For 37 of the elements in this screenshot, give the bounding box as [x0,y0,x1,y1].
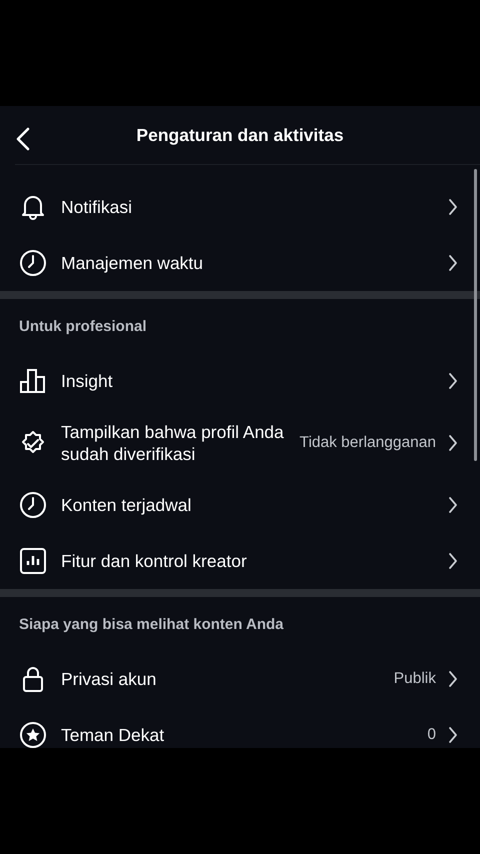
bell-icon [19,193,47,221]
back-icon[interactable] [16,127,30,151]
settings-item[interactable]: Notifikasi [0,179,480,235]
settings-item[interactable]: Fitur dan kontrol kreator [0,533,480,589]
settings-item[interactable]: Privasi akun Publik [0,651,480,707]
settings-item[interactable]: Tampilkan bahwa profil Anda sudah diverifikasi Tidak berlangganan [0,409,480,477]
chart-icon [19,547,47,575]
item-value: Publik [394,670,436,688]
chevron-right-icon [448,496,458,514]
chevron-right-icon [448,254,458,272]
settings-item[interactable]: Konten terjadwal [0,477,480,533]
bar-chart-icon [19,367,47,395]
clock-icon [19,249,47,277]
chevron-right-icon [448,198,458,216]
scrollbar[interactable] [474,169,477,461]
settings-item[interactable]: Manajemen waktu [0,235,480,291]
settings-item[interactable]: Teman Dekat 0 [0,707,480,748]
chevron-right-icon [448,434,458,452]
section-title: Siapa yang bisa melihat konten Anda [19,616,284,632]
item-label: Tampilkan bahwa profil Anda sudah diverifikasi [61,421,285,466]
item-label: Teman Dekat [61,724,166,747]
chevron-right-icon [448,726,458,744]
chevron-right-icon [448,552,458,570]
item-label: Manajemen waktu [61,252,204,275]
item-value: 0 [427,726,436,744]
settings-item[interactable]: Insight [0,353,480,409]
screen-title: Pengaturan dan aktivitas [136,124,344,146]
item-label: Fitur dan kontrol kreator [61,550,248,573]
chevron-right-icon [448,372,458,390]
section-title: Untuk profesional [19,318,147,334]
item-label: Privasi akun [61,668,158,691]
item-label: Notifikasi [61,196,133,219]
item-value: Tidak berlangganan [300,434,436,452]
clock-icon [19,491,47,519]
item-label: Insight [61,370,114,393]
item-label: Konten terjadwal [61,494,192,517]
chevron-right-icon [448,670,458,688]
